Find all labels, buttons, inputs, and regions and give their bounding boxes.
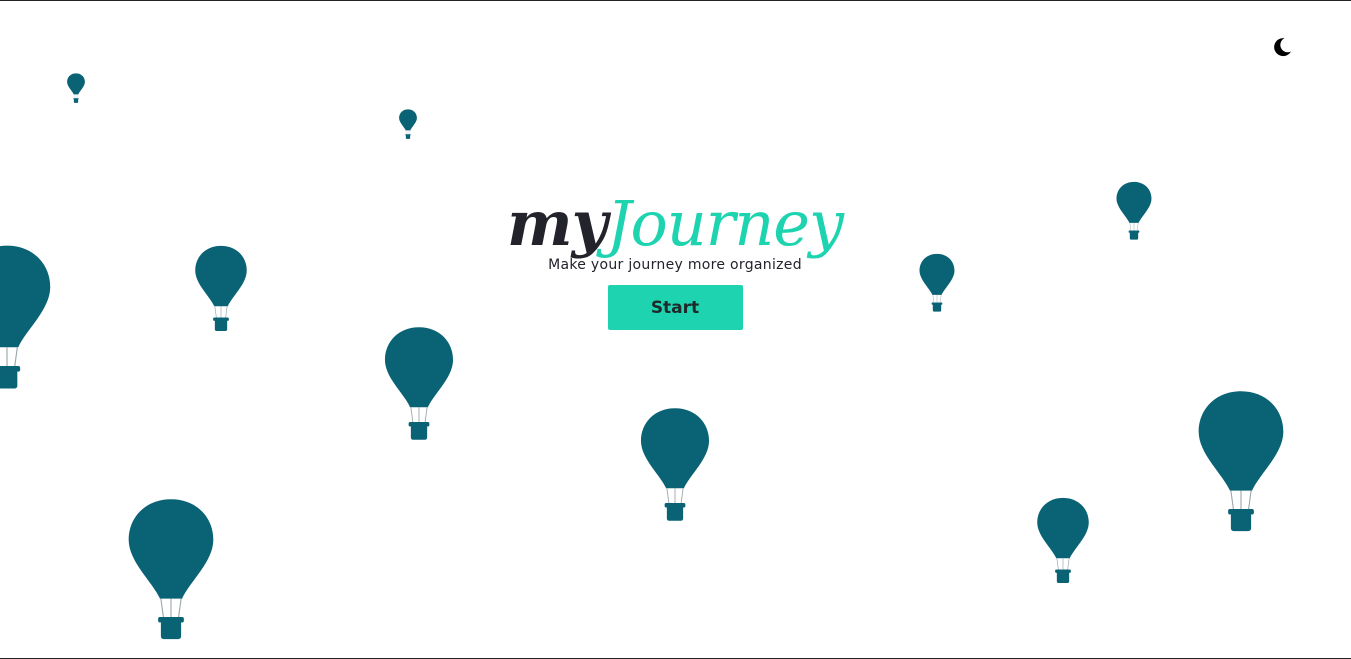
- hot-air-balloon-icon: [1037, 497, 1089, 583]
- moon-icon: [1274, 38, 1291, 57]
- hot-air-balloon-icon: [640, 408, 710, 521]
- hero-section: myJourney Make your journey more organiz…: [475, 191, 875, 330]
- hot-air-balloon-icon: [399, 109, 417, 139]
- hot-air-balloon-icon: [67, 73, 85, 103]
- hot-air-balloon-icon: [195, 245, 247, 331]
- logo-text-journey: Journey: [606, 187, 844, 260]
- hot-air-balloon-icon: [1198, 391, 1284, 532]
- hot-air-balloon-icon: [0, 245, 51, 389]
- theme-toggle-button[interactable]: [1270, 35, 1294, 59]
- app-logo: myJourney: [475, 191, 875, 257]
- hot-air-balloon-icon: [384, 327, 454, 440]
- hot-air-balloon-icon: [128, 499, 214, 640]
- logo-text-my: my: [506, 187, 608, 260]
- landing-page: myJourney Make your journey more organiz…: [0, 0, 1351, 659]
- start-button[interactable]: Start: [607, 285, 743, 330]
- hot-air-balloon-icon: [919, 253, 955, 312]
- hot-air-balloon-icon: [1116, 181, 1152, 240]
